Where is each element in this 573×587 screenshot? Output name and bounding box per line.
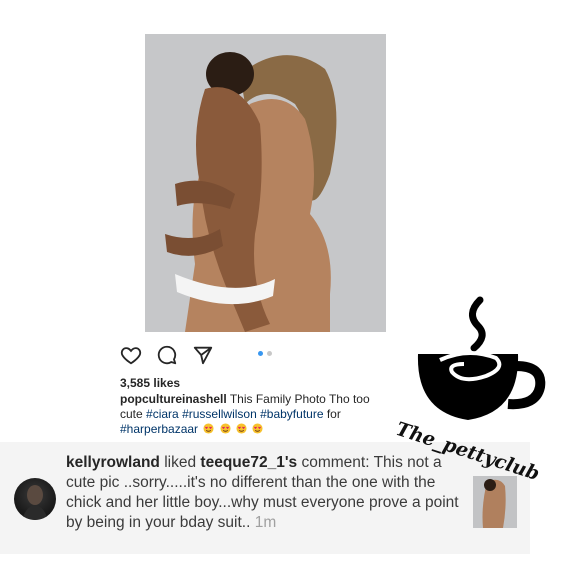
hashtag-link[interactable]: #russellwilson <box>182 407 257 421</box>
notification-action: liked <box>164 454 197 471</box>
carousel-indicator <box>258 351 272 356</box>
hashtag-link[interactable]: #ciara <box>146 407 179 421</box>
notification-time: 1m <box>254 514 277 531</box>
heart-icon[interactable] <box>120 344 142 366</box>
notification-username[interactable]: kellyrowland <box>66 454 160 471</box>
heart-eyes-emoji <box>203 423 214 434</box>
notification-post-thumbnail[interactable] <box>473 476 517 528</box>
hashtag-link[interactable]: #babyfuture <box>260 407 323 421</box>
caption-username[interactable]: popcultureinashell <box>120 392 227 406</box>
carousel-dot-active <box>258 351 263 356</box>
person-silhouette-icon <box>22 485 48 520</box>
notification-target-word: comment: <box>301 454 370 471</box>
heart-eyes-emoji <box>220 423 231 434</box>
post-photo[interactable] <box>145 34 386 332</box>
heart-eyes-emoji <box>236 423 247 434</box>
post-caption: popcultureinashell This Family Photo Tho… <box>120 392 390 437</box>
caption-text-after: for <box>326 407 341 421</box>
avatar[interactable] <box>14 478 56 520</box>
likes-count[interactable]: 3,585 likes <box>120 376 180 390</box>
comment-bubble-icon[interactable] <box>156 344 178 366</box>
family-photo-illustration <box>145 34 386 332</box>
paper-plane-icon[interactable] <box>192 344 214 366</box>
notification-target-user[interactable]: teeque72_1's <box>200 454 297 471</box>
carousel-dot <box>267 351 272 356</box>
heart-eyes-emoji <box>252 423 263 434</box>
post-actions <box>120 344 214 366</box>
hashtag-link[interactable]: #harperbazaar <box>120 422 198 436</box>
thumbnail-photo-illustration <box>473 476 517 528</box>
